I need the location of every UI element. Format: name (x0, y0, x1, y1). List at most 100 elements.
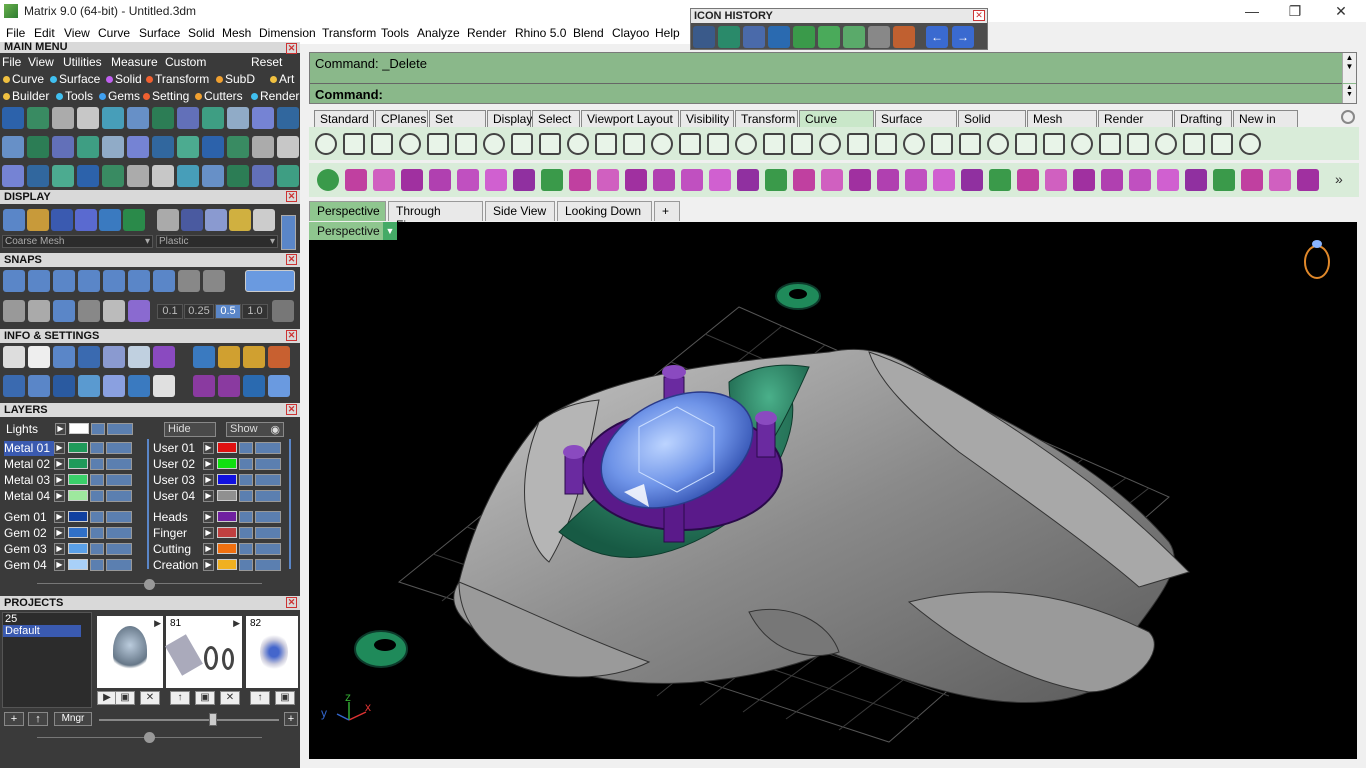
layer-left-4-lock-icon[interactable] (90, 511, 104, 523)
snap-setting-icon-3[interactable] (78, 300, 100, 322)
main-menu-tool-icon-2-2[interactable] (52, 165, 74, 187)
layer-left-3-color[interactable] (68, 490, 88, 501)
display-mode-icon-6[interactable] (157, 209, 179, 231)
restore-button[interactable]: ❐ (1272, 0, 1318, 22)
layer-right-7-lock-icon[interactable] (239, 559, 253, 571)
solid-tool-icon-23[interactable] (961, 169, 983, 191)
solid-tool-icon-18[interactable] (821, 169, 843, 191)
menu-render[interactable]: Render (467, 26, 506, 40)
curve-tool-icon-1[interactable] (343, 133, 365, 155)
snap-tool-icon-7[interactable] (178, 270, 200, 292)
toolbar-tab-6[interactable]: Visibility (680, 110, 734, 127)
layers-show-button[interactable]: Show ◉ (226, 422, 284, 437)
curve-tool-icon-15[interactable] (735, 133, 757, 155)
toolbar-tab-11[interactable]: Mesh Tools (1027, 110, 1097, 140)
menu-view[interactable]: View (64, 26, 90, 40)
main-menu-reset[interactable]: Reset (251, 55, 282, 69)
curve-tool-icon-24[interactable] (987, 133, 1009, 155)
layer-right-1-name[interactable]: User 02 (153, 457, 203, 472)
history-tool-5-icon[interactable] (793, 26, 815, 48)
layer-right-2-lock-icon[interactable] (239, 474, 253, 486)
main-menu-close-icon[interactable]: ✕ (286, 43, 297, 54)
menu-blend[interactable]: Blend (573, 26, 604, 40)
layer-left-0-visibility[interactable] (106, 442, 132, 454)
layer-left-6-lock-icon[interactable] (90, 543, 104, 555)
main-menu-tool-icon-0-6[interactable] (152, 107, 174, 129)
project-list[interactable]: 25 Default (2, 612, 92, 708)
layer-right-3-expand[interactable]: ▶ (203, 490, 214, 502)
layer-left-2-lock-icon[interactable] (90, 474, 104, 486)
main-menu-tool-icon-1-10[interactable] (252, 136, 274, 158)
main-menu-tool-icon-1-2[interactable] (52, 136, 74, 158)
menu-surface[interactable]: Surface (139, 26, 180, 40)
info-tool-icon-7[interactable] (193, 346, 215, 368)
layer-right-2-name[interactable]: User 03 (153, 473, 203, 488)
curve-tool-icon-5[interactable] (455, 133, 477, 155)
main-menu-subd[interactable]: SubD (216, 72, 255, 86)
toolbar-more-icon[interactable]: » (1335, 171, 1349, 189)
viewport-tab-0[interactable]: Perspective (309, 201, 386, 221)
toolbar-tab-2[interactable]: Set View (429, 110, 486, 140)
main-menu-render[interactable]: Render (251, 89, 299, 103)
layer-right-2-color[interactable] (217, 474, 237, 485)
layer-right-5-lock-icon[interactable] (239, 527, 253, 539)
snap-value-0-1[interactable]: 0.1 (157, 304, 183, 319)
curve-tool-icon-6[interactable] (483, 133, 505, 155)
main-menu-tool-icon-2-8[interactable] (202, 165, 224, 187)
curve-tool-icon-26[interactable] (1043, 133, 1065, 155)
main-menu-tool-icon-2-10[interactable] (252, 165, 274, 187)
layer-left-1-name[interactable]: Metal 02 (4, 457, 54, 472)
main-menu-tool-icon-0-8[interactable] (202, 107, 224, 129)
solid-tool-icon-27[interactable] (1073, 169, 1095, 191)
play-icon[interactable]: ▶ (233, 618, 240, 629)
main-menu-tool-icon-1-9[interactable] (227, 136, 249, 158)
layer-right-3-lock-icon[interactable] (239, 490, 253, 502)
command-input-scroll[interactable]: ▲ ▼ (1342, 84, 1356, 103)
info-tool-icon-6[interactable] (153, 346, 175, 368)
info-setting-icon-5[interactable] (128, 375, 150, 397)
snap-grid-icon[interactable] (272, 300, 294, 322)
menu-curve[interactable]: Curve (98, 26, 130, 40)
toolbar-tab-14[interactable]: New in V5 (1233, 110, 1298, 140)
solid-tool-icon-17[interactable] (793, 169, 815, 191)
snap-tool-icon-2[interactable] (53, 270, 75, 292)
curve-tool-icon-0[interactable] (315, 133, 337, 155)
history-tool-9-icon[interactable] (893, 26, 915, 48)
history-back-arrow-icon[interactable]: ← (926, 26, 948, 48)
info-setting-icon-0[interactable] (3, 375, 25, 397)
layer-right-0-visibility[interactable] (255, 442, 281, 454)
project-thumb-button-3[interactable]: ↑ (170, 691, 190, 705)
curve-tool-icon-4[interactable] (427, 133, 449, 155)
curve-tool-icon-22[interactable] (931, 133, 953, 155)
layer-lights-expand[interactable]: ▶ (55, 423, 66, 435)
curve-tool-icon-19[interactable] (847, 133, 869, 155)
solid-tool-icon-8[interactable] (541, 169, 563, 191)
solid-tool-icon-29[interactable] (1129, 169, 1151, 191)
layer-left-0-name[interactable]: Metal 01 (4, 441, 54, 456)
main-menu-utilities[interactable]: Utilities (63, 55, 102, 69)
info-tool-icon-0[interactable] (3, 346, 25, 368)
layer-left-4-color[interactable] (68, 511, 88, 522)
layer-left-0-expand[interactable]: ▶ (54, 442, 65, 454)
solid-tool-icon-10[interactable] (597, 169, 619, 191)
info-tool-icon-2[interactable] (53, 346, 75, 368)
solid-tool-icon-7[interactable] (513, 169, 535, 191)
solid-tool-icon-0[interactable] (317, 169, 339, 191)
layer-right-1-expand[interactable]: ▶ (203, 458, 214, 470)
display-mode-icon-2[interactable] (51, 209, 73, 231)
viewport-tab-2[interactable]: Side View (485, 201, 555, 221)
main-menu-file[interactable]: File (2, 55, 21, 69)
info-setting-icon-7[interactable] (193, 375, 215, 397)
solid-tool-icon-35[interactable] (1297, 169, 1319, 191)
main-menu-tool-icon-1-6[interactable] (152, 136, 174, 158)
main-menu-tool-icon-0-11[interactable] (277, 107, 299, 129)
project-thumb-1[interactable]: ▶ (97, 616, 163, 688)
history-tool-6-icon[interactable] (818, 26, 840, 48)
main-menu-tool-icon-1-1[interactable] (27, 136, 49, 158)
layer-right-0-expand[interactable]: ▶ (203, 442, 214, 454)
toolbar-tab-10[interactable]: Solid Tools (958, 110, 1026, 140)
solid-tool-icon-6[interactable] (485, 169, 507, 191)
curve-tool-icon-29[interactable] (1127, 133, 1149, 155)
play-icon[interactable]: ▶ (154, 618, 161, 629)
main-menu-tool-icon-0-2[interactable] (52, 107, 74, 129)
